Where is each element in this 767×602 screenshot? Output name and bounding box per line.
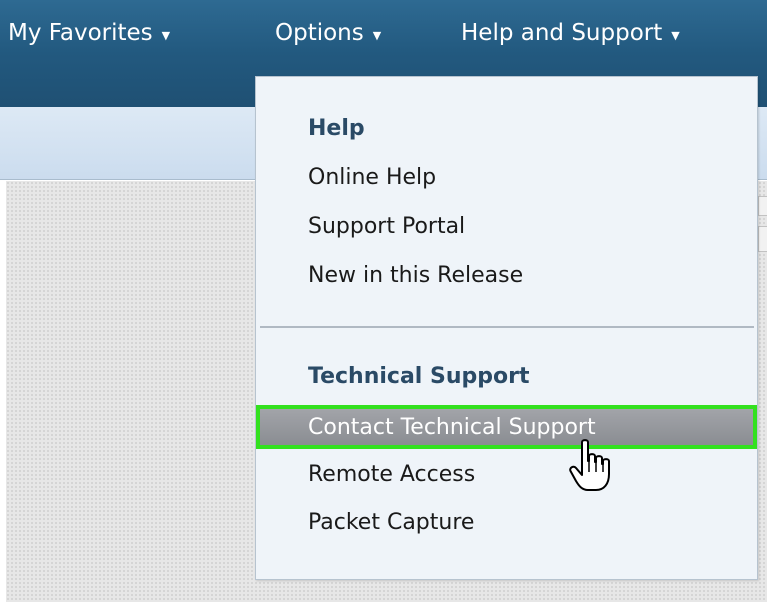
menu-item-new-in-release[interactable]: New in this Release bbox=[308, 263, 523, 288]
help-and-support-dropdown: Help Online Help Support Portal New in t… bbox=[255, 76, 758, 580]
chevron-down-icon: ▼ bbox=[161, 29, 171, 42]
nav-help-and-support-label: Help and Support bbox=[461, 20, 663, 46]
menu-item-remote-access[interactable]: Remote Access bbox=[308, 462, 475, 487]
right-panel-stub bbox=[758, 226, 767, 252]
nav-my-favorites-label: My Favorites bbox=[8, 20, 153, 46]
menu-divider bbox=[260, 326, 754, 328]
menu-header-help: Help bbox=[308, 116, 365, 141]
chevron-down-icon: ▼ bbox=[372, 29, 382, 42]
menu-item-support-portal[interactable]: Support Portal bbox=[308, 214, 465, 239]
menu-item-contact-technical-support-label: Contact Technical Support bbox=[308, 415, 596, 440]
menu-item-contact-technical-support[interactable]: Contact Technical Support bbox=[256, 405, 757, 449]
hand-pointer-icon bbox=[569, 439, 610, 491]
menu-header-technical-support: Technical Support bbox=[308, 364, 530, 389]
nav-options-label: Options bbox=[275, 20, 364, 46]
right-panel-stub bbox=[758, 196, 767, 216]
nav-options[interactable]: Options ▼ bbox=[275, 18, 381, 48]
chevron-down-icon: ▼ bbox=[671, 29, 680, 42]
menu-item-packet-capture[interactable]: Packet Capture bbox=[308, 510, 474, 535]
nav-my-favorites[interactable]: My Favorites ▼ bbox=[8, 18, 170, 48]
menu-item-online-help[interactable]: Online Help bbox=[308, 165, 436, 190]
nav-help-and-support[interactable]: Help and Support ▼ bbox=[461, 18, 680, 48]
